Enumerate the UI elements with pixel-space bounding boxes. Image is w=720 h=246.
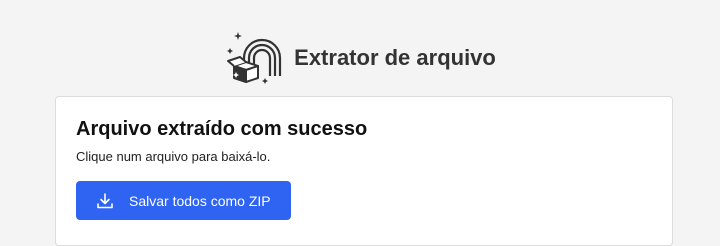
result-card: Arquivo extraído com sucesso Clique num … (55, 96, 673, 246)
download-icon (97, 192, 113, 208)
save-all-zip-button[interactable]: Salvar todos como ZIP (76, 181, 291, 220)
app-title: Extrator de arquivo (294, 45, 496, 70)
card-title: Arquivo extraído com sucesso (76, 118, 368, 140)
save-all-zip-label: Salvar todos como ZIP (129, 192, 271, 209)
app-header: Extrator de arquivo (0, 28, 720, 84)
rainbow-box-sparkles-icon (227, 32, 282, 84)
card-subtitle: Clique num arquivo para baixá-lo. (76, 149, 271, 164)
